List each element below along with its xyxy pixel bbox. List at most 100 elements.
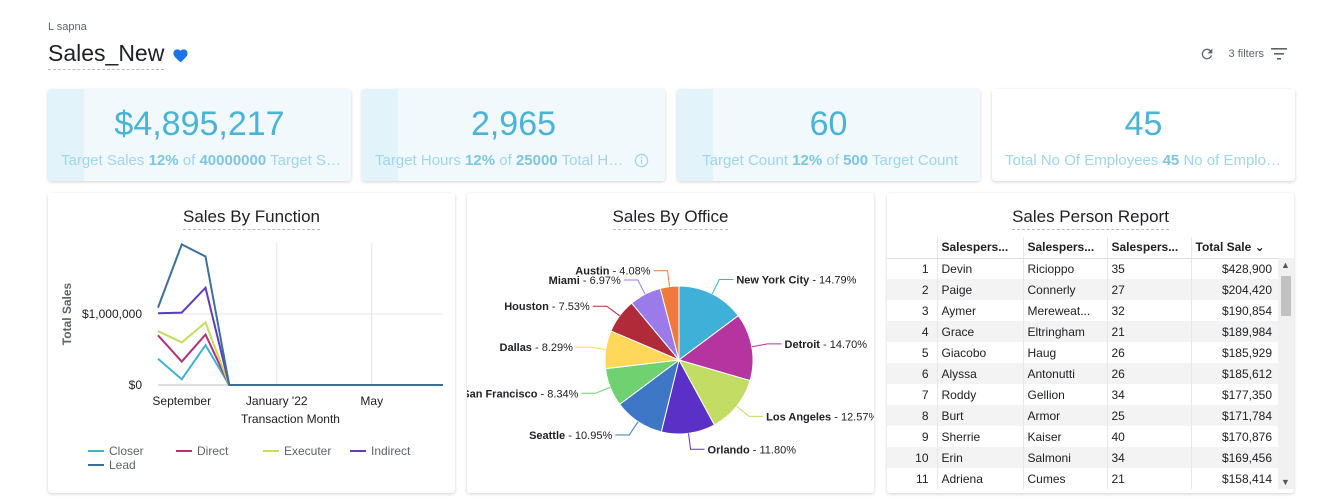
last-name-cell: Connerly [1022,279,1107,300]
pie-label-value: - 14.70% [820,339,867,351]
row-index: 5 [921,345,929,360]
column-header-last-name[interactable]: Salespers... [1022,237,1107,259]
scrollbar-thumb[interactable] [1281,276,1291,316]
info-icon[interactable] [634,153,649,168]
last-name-cell: Armor [1022,405,1107,426]
first-name-cell: Roddy [936,384,1023,405]
table-header-row: Salespers... Salespers... Salespers... T… [887,237,1278,259]
filters-label[interactable]: 3 filters [1229,48,1264,60]
last-name-cell: Salmoni [1022,447,1107,468]
table-row[interactable]: 3 Aymer Mereweat... 32 $190,854 [887,300,1278,321]
pie-label-name: New York City [736,275,810,287]
refresh-icon[interactable] [1199,46,1215,62]
count-cell: 21 [1106,468,1191,489]
table-row[interactable]: 10 Erin Salmoni 34 $169,456 [887,447,1278,468]
table-row[interactable]: 8 Burt Armor 25 $171,784 [887,405,1278,426]
top-actions: 3 filters [1199,46,1287,62]
series-line-direct [157,332,443,386]
pie-chart[interactable]: New York City - 14.79% Detroit - 14.70% Lo… [467,193,874,493]
pie-label-value: - 4.08% [610,266,651,278]
row-index: 9 [921,429,929,444]
table-row[interactable]: 9 Sherrie Kaiser 40 $170,876 [887,426,1278,447]
kpi-subtitle: Target Sales 12% of 40000000 Target Sale… [61,152,341,169]
legend-label: Lead [109,458,136,472]
line-chart[interactable]: $1,000,000 $0 September January '22 May Trans… [48,193,455,493]
table-row[interactable]: 11 Adriena Cumes 21 $158,414 [887,468,1278,489]
row-index: 3 [921,303,929,318]
favorite-heart-icon[interactable] [172,47,189,63]
pie-leader-line [736,405,764,417]
column-header-total-sale[interactable]: Total Sale ⌄ [1190,237,1278,259]
pie-label-value: - 7.53% [549,301,590,313]
kpi-card-employees[interactable]: 45 Total No Of Employees 45 No of Employ… [992,89,1295,181]
table-row[interactable]: 1 Devin Ricioppo 35 $428,900 [887,258,1278,279]
total-sale-cell: $170,876 [1190,426,1278,447]
last-name-cell: Mereweat... [1022,300,1107,321]
filter-list-icon[interactable] [1271,47,1287,61]
sales-by-office-card[interactable]: Sales By Office New York City - 14.79% De… [467,193,874,493]
table-row[interactable]: 2 Paige Connerly 27 $204,420 [887,279,1278,300]
scroll-up-icon[interactable]: ▲ [1281,260,1290,270]
count-cell: 25 [1106,405,1191,426]
last-name-cell: Ricioppo [1022,258,1107,279]
total-sale-cell: $185,929 [1190,342,1278,363]
row-index: 2 [887,279,937,300]
column-header-count[interactable]: Salespers... [1106,237,1191,259]
scroll-down-icon[interactable]: ▼ [1281,477,1290,487]
row-index: 11 [916,471,929,486]
table-scrollbar[interactable]: ▲ ▼ [1278,258,1294,489]
pie-label-name: Dallas [500,342,532,354]
page-title[interactable]: Sales_New [48,40,165,70]
pie-data-label: San Francisco - 8.34% [467,388,579,400]
y-tick-label: $1,000,000 [82,307,142,321]
kpi-card-target-count[interactable]: 60 Target Count 12% of 500 Target Count [677,89,980,181]
count-cell: 34 [1106,447,1191,468]
pie-leader-line [575,346,606,350]
kpi-card-target-hours[interactable]: 2,965 Target Hours 12% of 25000 Total Ho… [362,89,665,181]
column-header-index [887,237,937,259]
pie-label-value: - 12.57% [831,411,874,423]
pie-label-name: Seattle [529,430,565,442]
last-name-cell: Gellion [1022,384,1107,405]
pie-label-value: - 8.34% [537,388,578,400]
sales-person-table[interactable]: Salespers... Salespers... Salespers... T… [887,237,1278,489]
kpi-value: 45 [1124,105,1163,143]
first-name-cell: Giacobo [936,342,1023,363]
breadcrumb[interactable]: L sapna [48,21,87,33]
table-row[interactable]: 6 Alyssa Antonutti 26 $185,612 [887,363,1278,384]
sort-descending-icon[interactable]: ⌄ [1255,240,1265,254]
kpi-subtitle: Target Hours 12% of 25000 Total Hours [375,152,631,169]
kpi-card-target-sales[interactable]: $4,895,217 Target Sales 12% of 40000000 … [48,89,351,181]
pie-data-label: Los Angeles - 12.57% [766,411,874,423]
first-name-cell: Paige [936,279,1023,300]
x-axis-title: Transaction Month [241,412,340,426]
total-sale-cell: $177,350 [1190,384,1278,405]
table-row[interactable]: 7 Roddy Gellion 34 $177,350 [887,384,1278,405]
pie-leader-line [751,343,782,348]
count-cell: 40 [1106,426,1191,447]
column-header-first-name[interactable]: Salespers... [936,237,1023,259]
pie-label-value: - 10.95% [565,430,612,442]
legend-label: Indirect [371,444,411,458]
count-cell: 32 [1106,300,1191,321]
first-name-cell: Burt [936,405,1023,426]
pie-data-label: Detroit - 14.70% [785,339,868,351]
pie-label-name: Austin [575,266,610,278]
x-tick-label: September [152,394,211,408]
y-tick-label: $0 [129,378,143,392]
legend-label: Executer [284,444,331,458]
last-name-cell: Eltringham [1022,321,1107,342]
table-row[interactable]: 5 Giacobo Haug 26 $185,929 [887,342,1278,363]
table-title: Sales Person Report [887,207,1294,230]
pie-leader-line [615,421,639,436]
sales-person-report-card[interactable]: Sales Person Report Salespers... Salespe… [887,193,1294,493]
table-row[interactable]: 4 Grace Eltringham 21 $189,984 [887,321,1278,342]
legend-label: Closer [109,444,144,458]
pie-data-label: Austin - 4.08% [575,266,650,278]
series-line-lead [157,243,443,386]
total-sale-cell: $428,900 [1190,258,1278,279]
total-sale-cell: $169,456 [1190,447,1278,468]
pie-label-name: Detroit [785,339,821,351]
sales-by-function-card[interactable]: Sales By Function $1,000,000 $0 September J… [48,193,455,493]
row-index: 8 [887,405,937,426]
